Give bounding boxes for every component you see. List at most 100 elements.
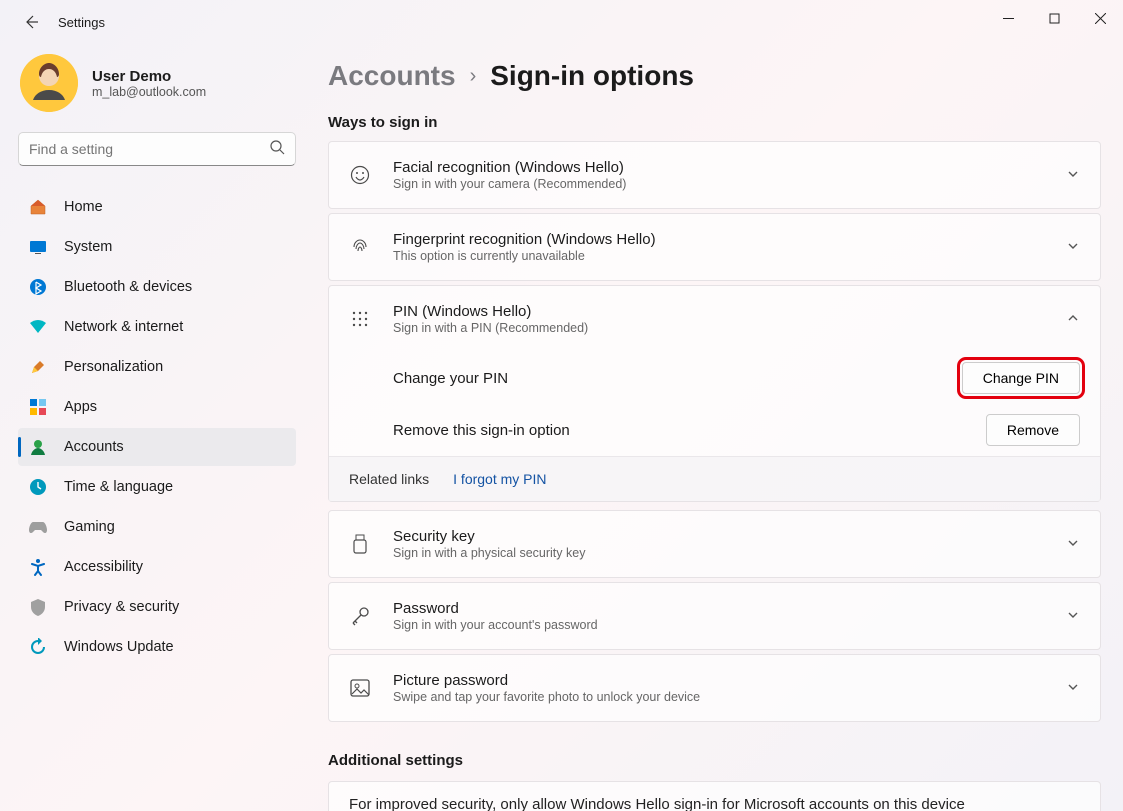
titlebar: Settings — [0, 0, 1123, 44]
option-password[interactable]: Password Sign in with your account's pas… — [328, 582, 1101, 650]
picture-icon — [349, 677, 371, 699]
profile-block[interactable]: User Demo m_lab@outlook.com — [18, 54, 296, 112]
option-fingerprint[interactable]: Fingerprint recognition (Windows Hello) … — [328, 213, 1101, 281]
sidebar-item-label: Bluetooth & devices — [64, 279, 192, 295]
home-icon — [28, 197, 48, 217]
breadcrumb-accounts[interactable]: Accounts — [328, 60, 456, 92]
sidebar-item-label: Gaming — [64, 519, 115, 535]
maximize-button[interactable] — [1031, 0, 1077, 36]
sidebar-item-gaming[interactable]: Gaming — [18, 508, 296, 546]
option-subtitle: Sign in with your account's password — [393, 618, 1066, 632]
sidebar-item-bluetooth[interactable]: Bluetooth & devices — [18, 268, 296, 306]
option-facial[interactable]: Facial recognition (Windows Hello) Sign … — [328, 141, 1101, 209]
sidebar-item-label: Home — [64, 199, 103, 215]
chevron-up-icon — [1066, 311, 1080, 328]
close-button[interactable] — [1077, 0, 1123, 36]
option-title: Picture password — [393, 672, 1066, 689]
sidebar-item-label: Windows Update — [64, 639, 174, 655]
sidebar-item-accounts[interactable]: Accounts — [18, 428, 296, 466]
sidebar-item-home[interactable]: Home — [18, 188, 296, 226]
update-icon — [28, 637, 48, 657]
window-controls — [985, 0, 1123, 36]
option-title: Fingerprint recognition (Windows Hello) — [393, 231, 1066, 248]
back-button[interactable] — [18, 9, 44, 35]
sidebar-item-label: Apps — [64, 399, 97, 415]
breadcrumb: Accounts › Sign-in options — [328, 60, 1101, 92]
sidebar-item-label: Time & language — [64, 479, 173, 495]
chevron-down-icon — [1066, 680, 1080, 697]
related-label: Related links — [349, 471, 429, 487]
chevron-down-icon — [1066, 239, 1080, 256]
window-title: Settings — [58, 15, 105, 30]
network-icon — [28, 317, 48, 337]
breadcrumb-signin: Sign-in options — [490, 60, 694, 92]
sidebar-item-accessibility[interactable]: Accessibility — [18, 548, 296, 586]
option-subtitle: This option is currently unavailable — [393, 249, 1066, 263]
forgot-pin-link[interactable]: I forgot my PIN — [453, 471, 546, 487]
password-icon — [349, 605, 371, 627]
option-pin-header[interactable]: PIN (Windows Hello) Sign in with a PIN (… — [329, 286, 1100, 352]
gaming-icon — [28, 517, 48, 537]
pin-remove-label: Remove this sign-in option — [393, 422, 986, 439]
option-title: PIN (Windows Hello) — [393, 303, 1066, 320]
profile-name: User Demo — [92, 68, 206, 85]
sidebar-item-privacy[interactable]: Privacy & security — [18, 588, 296, 626]
apps-icon — [28, 397, 48, 417]
privacy-icon — [28, 597, 48, 617]
pin-remove-row: Remove this sign-in option Remove — [329, 404, 1100, 456]
face-icon — [349, 164, 371, 186]
option-security-key[interactable]: Security key Sign in with a physical sec… — [328, 510, 1101, 578]
option-picture-password[interactable]: Picture password Swipe and tap your favo… — [328, 654, 1101, 722]
pin-change-row: Change your PIN Change PIN — [329, 352, 1100, 404]
option-pin: PIN (Windows Hello) Sign in with a PIN (… — [328, 285, 1101, 502]
sidebar-item-update[interactable]: Windows Update — [18, 628, 296, 666]
option-title: Facial recognition (Windows Hello) — [393, 159, 1066, 176]
bluetooth-icon — [28, 277, 48, 297]
sidebar-item-system[interactable]: System — [18, 228, 296, 266]
option-subtitle: Sign in with a physical security key — [393, 546, 1066, 560]
avatar — [20, 54, 78, 112]
search-box[interactable] — [18, 132, 296, 166]
option-subtitle: Swipe and tap your favorite photo to unl… — [393, 690, 1066, 704]
time-icon — [28, 477, 48, 497]
related-links: Related links I forgot my PIN — [329, 456, 1100, 501]
system-icon — [28, 237, 48, 257]
sidebar-item-label: Personalization — [64, 359, 163, 375]
option-subtitle: Sign in with a PIN (Recommended) — [393, 321, 1066, 335]
chevron-down-icon — [1066, 167, 1080, 184]
sidebar-item-apps[interactable]: Apps — [18, 388, 296, 426]
search-input[interactable] — [29, 141, 270, 157]
option-subtitle: Sign in with your camera (Recommended) — [393, 177, 1066, 191]
chevron-down-icon — [1066, 608, 1080, 625]
sidebar: User Demo m_lab@outlook.com Home System … — [0, 44, 310, 811]
additional-settings-header: Additional settings — [328, 752, 1101, 769]
ways-to-sign-in-header: Ways to sign in — [328, 114, 1101, 131]
sidebar-item-label: Network & internet — [64, 319, 183, 335]
main-content: Accounts › Sign-in options Ways to sign … — [310, 44, 1123, 811]
additional-row[interactable]: For improved security, only allow Window… — [328, 781, 1101, 811]
minimize-button[interactable] — [985, 0, 1031, 36]
search-icon — [270, 140, 285, 158]
sidebar-item-label: Accessibility — [64, 559, 143, 575]
pin-icon — [349, 308, 371, 330]
accounts-icon — [28, 437, 48, 457]
chevron-right-icon: › — [470, 65, 477, 88]
fingerprint-icon — [349, 236, 371, 258]
chevron-down-icon — [1066, 536, 1080, 553]
option-title: Password — [393, 600, 1066, 617]
security-key-icon — [349, 533, 371, 555]
option-title: Security key — [393, 528, 1066, 545]
sidebar-item-label: System — [64, 239, 112, 255]
sidebar-item-label: Accounts — [64, 439, 124, 455]
sidebar-item-network[interactable]: Network & internet — [18, 308, 296, 346]
profile-email: m_lab@outlook.com — [92, 85, 206, 99]
additional-row-text: For improved security, only allow Window… — [349, 796, 965, 811]
remove-button[interactable]: Remove — [986, 414, 1080, 446]
sidebar-item-label: Privacy & security — [64, 599, 179, 615]
sidebar-item-personalization[interactable]: Personalization — [18, 348, 296, 386]
accessibility-icon — [28, 557, 48, 577]
pin-change-label: Change your PIN — [393, 370, 962, 387]
personalization-icon — [28, 357, 48, 377]
sidebar-item-time[interactable]: Time & language — [18, 468, 296, 506]
change-pin-button[interactable]: Change PIN — [962, 362, 1080, 394]
